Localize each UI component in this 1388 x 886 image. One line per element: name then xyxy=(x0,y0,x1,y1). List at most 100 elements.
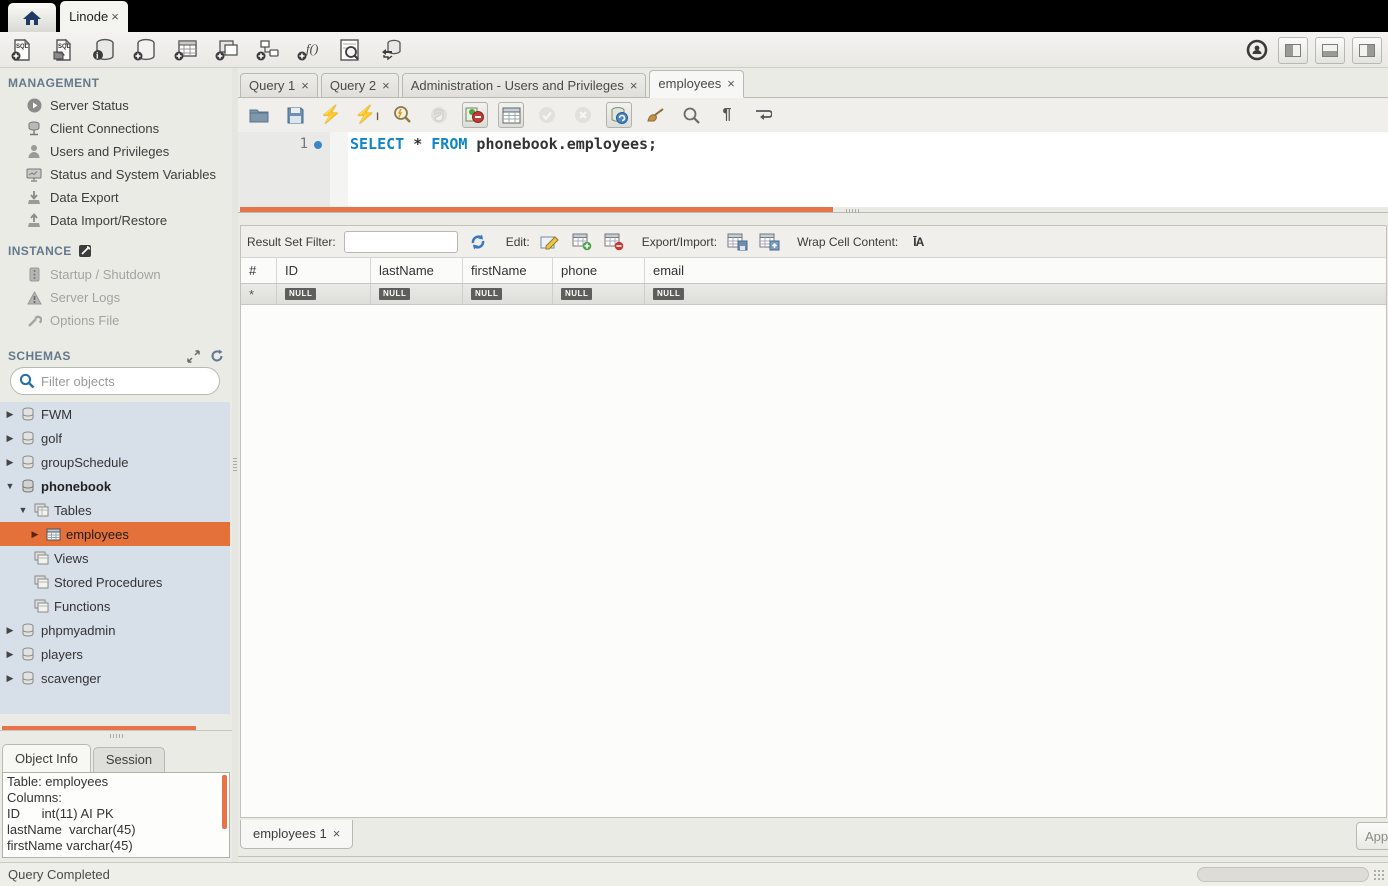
toggle-limit-rows-button[interactable] xyxy=(498,102,524,128)
sidebar-item-server-status[interactable]: Server Status xyxy=(0,94,232,117)
tree-item-views-folder[interactable]: Views xyxy=(0,546,230,570)
column-header-rownum[interactable]: # xyxy=(241,258,277,283)
execute-query-button[interactable]: ⚡ xyxy=(318,102,344,128)
toggle-word-wrap-button[interactable] xyxy=(750,102,776,128)
tab-query-2[interactable]: Query 2 × xyxy=(321,73,399,98)
column-header-email[interactable]: email xyxy=(645,258,1386,283)
search-table-data-button[interactable] xyxy=(336,36,364,64)
create-function-button[interactable]: f() xyxy=(295,36,323,64)
sidebar-item-data-import-restore[interactable]: Data Import/Restore xyxy=(0,209,232,232)
save-script-button[interactable] xyxy=(282,102,308,128)
cell-lastname[interactable]: NULL xyxy=(371,284,463,304)
cell-phone[interactable]: NULL xyxy=(553,284,645,304)
stop-query-button[interactable] xyxy=(426,102,452,128)
tree-item-stored-procedures-folder[interactable]: Stored Procedures xyxy=(0,570,230,594)
tree-item-schema-fwm[interactable]: ▶ FWM xyxy=(0,402,230,426)
rollback-button[interactable] xyxy=(570,102,596,128)
execute-current-statement-button[interactable]: ⚡I xyxy=(354,102,380,128)
create-table-button[interactable] xyxy=(172,36,200,64)
close-icon[interactable]: × xyxy=(301,78,309,93)
tab-session[interactable]: Session xyxy=(93,747,165,772)
tab-employees[interactable]: employees × xyxy=(649,70,743,98)
window-resize-grip[interactable] xyxy=(1373,869,1386,882)
tab-query-1[interactable]: Query 1 × xyxy=(240,73,318,98)
commit-button[interactable] xyxy=(534,102,560,128)
cell-firstname[interactable]: NULL xyxy=(463,284,553,304)
column-header-id[interactable]: ID xyxy=(277,258,371,283)
splitter-grip[interactable] xyxy=(846,209,860,213)
chevron-right-icon[interactable]: ▶ xyxy=(5,649,15,660)
tree-item-table-employees[interactable]: ▶ employees xyxy=(0,522,230,546)
refresh-results-button[interactable] xyxy=(466,231,490,253)
column-header-firstname[interactable]: firstName xyxy=(463,258,553,283)
sidebar-item-options-file[interactable]: Options File xyxy=(0,309,232,332)
wrap-cell-content-button[interactable]: ĪA xyxy=(906,231,930,253)
export-recordset-button[interactable] xyxy=(725,231,749,253)
new-sql-editor-button[interactable]: SQL xyxy=(8,36,36,64)
create-procedure-button[interactable] xyxy=(254,36,282,64)
sidebar-item-users-and-privileges[interactable]: Users and Privileges xyxy=(0,140,232,163)
insert-row-button[interactable] xyxy=(570,231,594,253)
toggle-stop-on-error-button[interactable] xyxy=(462,102,488,128)
chevron-right-icon[interactable]: ▶ xyxy=(5,625,15,636)
tree-item-schema-groupschedule[interactable]: ▶ groupSchedule xyxy=(0,450,230,474)
sidebar-item-data-export[interactable]: Data Export xyxy=(0,186,232,209)
beautify-sql-button[interactable] xyxy=(642,102,668,128)
toggle-autocommit-button[interactable] xyxy=(606,102,632,128)
refresh-schemas-icon[interactable] xyxy=(208,348,226,364)
horizontal-scrollbar[interactable] xyxy=(1197,867,1369,882)
chevron-right-icon[interactable]: ▶ xyxy=(5,673,15,684)
chevron-right-icon[interactable]: ▶ xyxy=(30,529,40,540)
apply-button[interactable]: Appl xyxy=(1356,822,1388,850)
import-recordset-button[interactable] xyxy=(757,231,781,253)
show-invisible-characters-button[interactable]: ¶ xyxy=(714,102,740,128)
chevron-right-icon[interactable]: ▶ xyxy=(5,433,15,444)
toggle-bottom-panel-button[interactable] xyxy=(1315,37,1345,64)
chevron-down-icon[interactable]: ▼ xyxy=(18,505,28,515)
close-icon[interactable]: × xyxy=(333,826,341,841)
column-header-lastname[interactable]: lastName xyxy=(371,258,463,283)
tree-item-functions-folder[interactable]: Functions xyxy=(0,594,230,618)
schema-inspector-button[interactable]: i xyxy=(90,36,118,64)
close-icon[interactable]: × xyxy=(111,9,119,24)
reconnect-dbms-button[interactable] xyxy=(377,36,405,64)
create-view-button[interactable] xyxy=(213,36,241,64)
sidebar-item-status-system-variables[interactable]: Status and System Variables xyxy=(0,163,232,186)
tree-item-schema-phonebook[interactable]: ▼ phonebook xyxy=(0,474,230,498)
sql-statement[interactable]: SELECT * FROM phonebook.employees; xyxy=(350,135,657,153)
edit-cell-button[interactable] xyxy=(538,231,562,253)
tree-item-tables-folder[interactable]: ▼ Tables xyxy=(0,498,230,522)
cell-id[interactable]: NULL xyxy=(277,284,371,304)
result-set-filter-input[interactable] xyxy=(344,231,458,253)
chevron-right-icon[interactable]: ▶ xyxy=(5,409,15,420)
connection-tab-linode[interactable]: Linode × xyxy=(60,1,128,32)
sidebar-item-client-connections[interactable]: Client Connections xyxy=(0,117,232,140)
tab-administration-users-privileges[interactable]: Administration - Users and Privileges × xyxy=(402,73,647,98)
splitter-grip[interactable] xyxy=(110,734,124,738)
close-icon[interactable]: × xyxy=(382,78,390,93)
open-sql-script-button[interactable]: SQL xyxy=(49,36,77,64)
tab-object-info[interactable]: Object Info xyxy=(2,744,91,772)
find-button[interactable] xyxy=(678,102,704,128)
create-schema-button[interactable] xyxy=(131,36,159,64)
toggle-right-panel-button[interactable] xyxy=(1352,37,1382,64)
column-header-phone[interactable]: phone xyxy=(553,258,645,283)
chevron-right-icon[interactable]: ▶ xyxy=(5,457,15,468)
expand-schemas-icon[interactable] xyxy=(184,348,202,364)
user-connection-button[interactable] xyxy=(1243,36,1271,64)
tree-item-schema-phpmyadmin[interactable]: ▶ phpmyadmin xyxy=(0,618,230,642)
chevron-down-icon[interactable]: ▼ xyxy=(5,481,15,491)
close-icon[interactable]: × xyxy=(727,76,735,91)
tree-item-schema-golf[interactable]: ▶ golf xyxy=(0,426,230,450)
sql-editor[interactable]: 1 SELECT * FROM phonebook.employees; xyxy=(238,132,1388,207)
toggle-left-panel-button[interactable] xyxy=(1278,37,1308,64)
tree-item-schema-scavenger[interactable]: ▶ scavenger xyxy=(0,666,230,690)
delete-row-button[interactable] xyxy=(602,231,626,253)
object-info-scrollbar[interactable] xyxy=(222,775,227,829)
row-marker-cell[interactable]: * xyxy=(241,284,277,304)
open-script-button[interactable] xyxy=(246,102,272,128)
tree-item-schema-players[interactable]: ▶ players xyxy=(0,642,230,666)
home-tab[interactable] xyxy=(8,3,56,32)
schema-filter-input[interactable] xyxy=(41,374,217,389)
sidebar-item-server-logs[interactable]: Server Logs xyxy=(0,286,232,309)
